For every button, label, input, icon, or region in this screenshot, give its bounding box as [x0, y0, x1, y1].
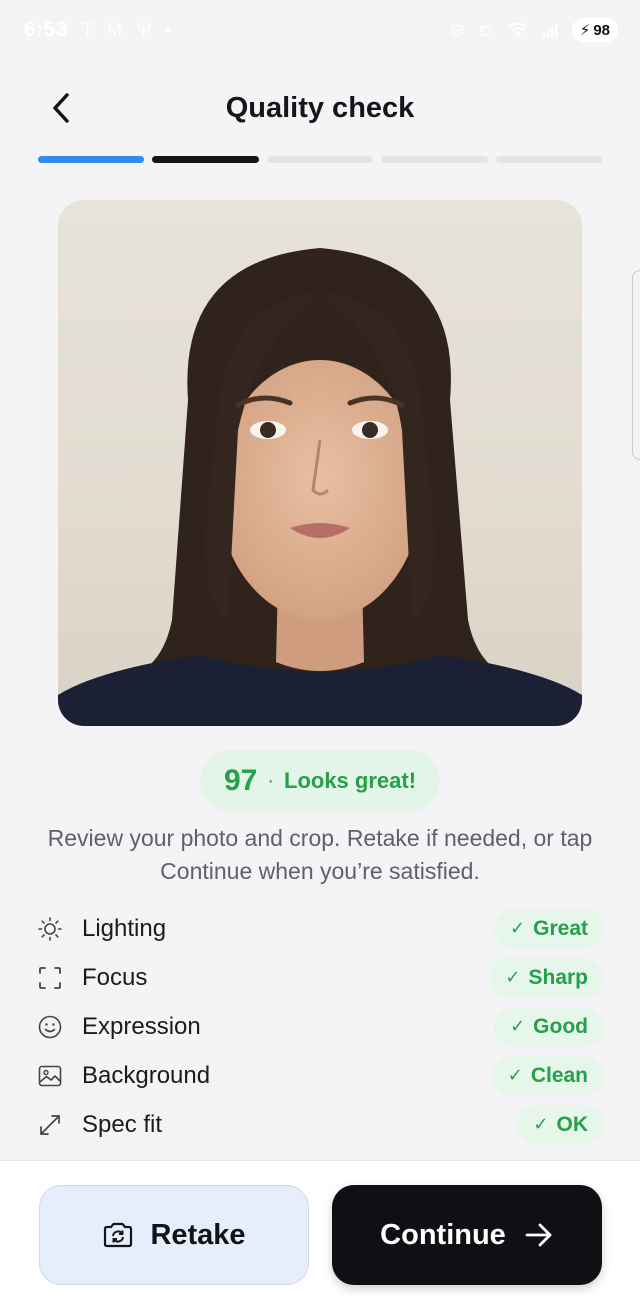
progress-step-3 [266, 156, 374, 163]
status-badge: ✓ Good [494, 1006, 604, 1047]
portrait-photo [58, 200, 582, 726]
bottom-action-bar: Retake Continue [0, 1160, 640, 1296]
check-row-focus: Focus ✓ Sharp [36, 953, 604, 1002]
check-label: Expression [82, 1012, 201, 1040]
check-label: Spec fit [82, 1110, 163, 1138]
page-title: Quality check [225, 91, 415, 124]
check-row-left: Expression [36, 1013, 201, 1041]
check-status: OK [556, 1112, 589, 1136]
bolt-icon: ⚡ [579, 22, 591, 39]
progress-step-2 [152, 156, 259, 163]
check-label: Focus [82, 963, 148, 991]
arrow-right-icon [525, 1223, 552, 1247]
check-icon: ✓ [510, 918, 526, 938]
portrait-illustration [58, 248, 582, 726]
status-left: 6:53 T M Ψ ● [24, 18, 171, 42]
check-row-spec-fit: Spec fit ✓ OK [36, 1100, 604, 1149]
check-row-left: Focus [36, 964, 147, 992]
status-time: 6:53 [24, 18, 69, 41]
score-label: Looks great! [284, 768, 417, 793]
status-badge: ✓ Sharp [489, 957, 604, 998]
check-status: Clean [530, 1063, 588, 1087]
focus-frame-icon [36, 964, 64, 992]
camera-rotate-icon [104, 1222, 133, 1248]
text-t-icon: T [82, 19, 94, 40]
progress-step-4 [381, 156, 488, 163]
resize-icon [36, 1111, 64, 1139]
check-label: Background [82, 1061, 211, 1089]
status-right: ⊖ ⊏ ⚡ 98 [450, 18, 618, 42]
image-icon [36, 1062, 64, 1090]
chevron-left-icon [53, 93, 69, 123]
status-bar: 6:53 T M Ψ ● ⊖ ⊏ ⚡ 98 [0, 0, 640, 60]
status-badge: ✓ Great [494, 908, 604, 949]
quality-checks-list: Lighting ✓ Great Focus ✓ Sharp Expressio… [36, 904, 604, 1149]
mail-icon: M [107, 19, 123, 40]
dnd-icon: ⊖ [449, 19, 465, 40]
check-row-left: Background [36, 1062, 210, 1090]
step-progress [38, 156, 603, 163]
check-row-left: Spec fit [36, 1111, 162, 1139]
continue-button[interactable]: Continue [332, 1185, 602, 1285]
status-badge: ✓ OK [517, 1104, 604, 1145]
check-icon: ✓ [533, 1114, 549, 1134]
car-icon: ⊏ [478, 19, 494, 40]
battery-level: 98 [593, 21, 610, 39]
check-row-left: Lighting [36, 915, 166, 943]
signal-icon [542, 24, 558, 37]
smile-icon [36, 1013, 64, 1041]
check-icon: ✓ [505, 967, 521, 987]
check-status: Good [533, 1014, 588, 1038]
progress-step-5 [495, 156, 603, 163]
header: Quality check [0, 78, 640, 138]
wifi-icon [508, 22, 528, 38]
dot-icon: ● [165, 24, 172, 36]
quality-score-badge: 97 · Looks great! [199, 750, 441, 812]
battery-indicator: ⚡ 98 [571, 18, 618, 42]
score-separator: · [267, 769, 275, 792]
retake-label: Retake [150, 1218, 246, 1251]
edge-panel-handle[interactable] [632, 270, 640, 460]
check-status: Great [533, 916, 588, 940]
progress-step-1 [38, 156, 145, 163]
back-button[interactable] [40, 86, 84, 130]
check-row-expression: Expression ✓ Good [36, 1002, 604, 1051]
check-icon: ✓ [507, 1065, 523, 1085]
status-badge: ✓ Clean [491, 1055, 604, 1096]
score-value: 97 [223, 764, 258, 797]
check-status: Sharp [528, 965, 588, 989]
usb-icon: Ψ [136, 19, 152, 40]
continue-label: Continue [380, 1218, 506, 1251]
check-row-lighting: Lighting ✓ Great [36, 904, 604, 953]
instructions-text: Review your photo and crop. Retake if ne… [47, 825, 593, 884]
sun-icon [36, 915, 64, 943]
check-icon: ✓ [510, 1016, 526, 1036]
retake-button[interactable]: Retake [39, 1185, 309, 1285]
check-label: Lighting [82, 914, 167, 942]
check-row-background: Background ✓ Clean [36, 1051, 604, 1100]
